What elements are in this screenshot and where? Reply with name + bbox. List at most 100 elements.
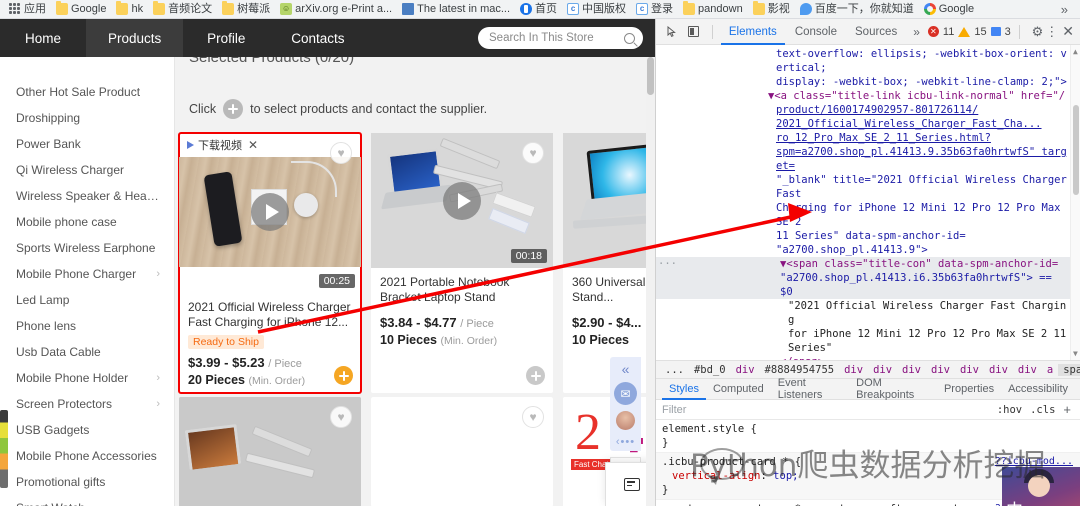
breadcrumb-item[interactable]: div: [984, 364, 1013, 376]
breadcrumb-item[interactable]: div: [1013, 364, 1042, 376]
bookmark-google-folder[interactable]: Google: [51, 1, 111, 18]
nav-tab-home[interactable]: Home: [0, 19, 86, 57]
bookmark-apps[interactable]: 应用: [4, 1, 51, 18]
tab-styles[interactable]: Styles: [662, 379, 706, 400]
new-style-rule-button[interactable]: +: [1059, 402, 1075, 417]
breadcrumb-item[interactable]: div: [955, 364, 984, 376]
breadcrumb-item[interactable]: #bd_0: [689, 364, 731, 376]
kebab-menu-icon[interactable]: ⋮: [1045, 24, 1058, 40]
search-input[interactable]: Search In This Store: [478, 27, 643, 49]
tab-elements[interactable]: Elements: [721, 19, 785, 45]
dom-line[interactable]: ▼<a class="title-link icbu-link-normal" …: [656, 89, 1080, 103]
product-media[interactable]: ♥ 00:18: [371, 133, 553, 268]
favorite-icon[interactable]: ♥: [522, 142, 544, 164]
collapse-rail-icon[interactable]: «: [622, 362, 630, 376]
sidebar-item-droshipping[interactable]: Droshipping: [0, 105, 174, 131]
sidebar-item-power-bank[interactable]: Power Bank: [0, 131, 174, 157]
bookmark-raspberrypi[interactable]: 树莓派: [217, 1, 275, 18]
breadcrumb-item[interactable]: div: [868, 364, 897, 376]
sidebar-item-wireless-speaker[interactable]: Wireless Speaker & Head...: [0, 183, 174, 209]
dom-text[interactable]: 2021_Official_Wireless_Charger_Fast_Cha.…: [776, 118, 1042, 130]
breadcrumb-item-selected[interactable]: span.title-con: [1058, 363, 1080, 376]
sidebar-item-mobile-phone-charger[interactable]: Mobile Phone Charger ›: [0, 261, 174, 287]
bookmark-audio-papers[interactable]: 音频论文: [148, 1, 217, 18]
dom-line[interactable]: display: -webkit-box; -webkit-line-clamp…: [656, 75, 1080, 89]
dom-line[interactable]: spm=a2700.shop_pl.41413.9.35b63fa0hrtwfS…: [656, 145, 1080, 173]
tab-console[interactable]: Console: [787, 19, 845, 45]
product-title[interactable]: 2021 Official Wireless Charger Fast Char…: [188, 300, 352, 330]
favorite-icon[interactable]: ♥: [330, 142, 352, 164]
breadcrumb-item[interactable]: div: [839, 364, 868, 376]
sidebar-item-phone-lens[interactable]: Phone lens: [0, 313, 174, 339]
sidebar-item-other-hot-sale-product[interactable]: Other Hot Sale Product: [0, 79, 174, 105]
hov-toggle[interactable]: :hov: [993, 404, 1026, 416]
bookmark-hk[interactable]: hk: [111, 1, 148, 18]
tab-properties[interactable]: Properties: [937, 379, 1001, 400]
sidebar-item-mobile-phone-case[interactable]: Mobile phone case: [0, 209, 174, 235]
bookmark-pandown[interactable]: pandown: [678, 1, 748, 18]
close-icon[interactable]: ✕: [1062, 23, 1074, 40]
dom-line[interactable]: "a2700.shop_pl.41413.9">: [656, 243, 1080, 257]
cls-toggle[interactable]: .cls: [1026, 404, 1059, 416]
dom-text[interactable]: ro_12_Pro_Max_SE_2_11_Series.html?: [776, 132, 991, 144]
sidebar-item-qi-wireless-charger[interactable]: Qi Wireless Charger: [0, 157, 174, 183]
product-media[interactable]: ♥: [179, 397, 361, 506]
bookmark-login[interactable]: c 登录: [631, 1, 678, 18]
bookmark-google[interactable]: Google: [919, 1, 979, 18]
product-thumbnail[interactable]: [563, 133, 655, 268]
sidebar-item-usb-data-cable[interactable]: Usb Data Cable: [0, 339, 174, 365]
dom-line[interactable]: product/1600174902957-801726114/: [656, 103, 1080, 117]
mail-icon[interactable]: ✉: [614, 382, 637, 405]
issue-counters[interactable]: ✕ 11 15 3: [927, 26, 1011, 38]
breadcrumb-item[interactable]: a: [1042, 364, 1058, 376]
breadcrumb-item[interactable]: div: [731, 364, 760, 376]
product-thumbnail[interactable]: [179, 157, 361, 267]
favorite-icon[interactable]: ♥: [330, 406, 352, 428]
nav-tab-profile[interactable]: Profile: [183, 19, 269, 57]
scrollbar-thumb[interactable]: [647, 57, 654, 95]
sidebar-item-smart-watch[interactable]: Smart Watch: [0, 495, 174, 506]
gear-icon[interactable]: ⚙: [1032, 24, 1044, 40]
product-card[interactable]: ♥ 00:18 2021 Portable Notebook Bracket L…: [371, 133, 553, 393]
tab-dom-breakpoints[interactable]: DOM Breakpoints: [849, 377, 937, 401]
add-product-button[interactable]: [334, 366, 353, 385]
breadcrumb-item[interactable]: div: [897, 364, 926, 376]
tab-sources[interactable]: Sources: [847, 19, 905, 45]
dom-line[interactable]: ro_12_Pro_Max_SE_2_11_Series.html?: [656, 131, 1080, 145]
nav-tab-products[interactable]: Products: [86, 19, 184, 57]
dom-line[interactable]: "2021 Official Wireless Charger Fast Cha…: [656, 299, 1080, 327]
more-tabs-icon[interactable]: »: [907, 25, 926, 39]
search-icon[interactable]: [624, 32, 635, 44]
bookmark-homepage[interactable]: 首页: [515, 1, 562, 18]
product-media[interactable]: [563, 133, 655, 268]
nav-tab-contacts[interactable]: Contacts: [269, 19, 366, 57]
sidebar-item-mobile-phone-holder[interactable]: Mobile Phone Holder ›: [0, 365, 174, 391]
page-scrollbar[interactable]: [646, 57, 655, 506]
sidebar-item-led-lamp[interactable]: Led Lamp: [0, 287, 174, 313]
filter-input[interactable]: Filter: [662, 404, 993, 416]
bookmark-arxiv[interactable]: ☺ arXiv.org e-Print a...: [275, 1, 397, 18]
sidebar-item-usb-gadgets[interactable]: USB Gadgets: [0, 417, 174, 443]
breadcrumb-item[interactable]: ...: [660, 364, 689, 376]
product-title[interactable]: 2021 Portable Notebook Bracket Laptop St…: [380, 275, 544, 305]
product-title[interactable]: 360 Universal Phone Tablet Stand...: [572, 275, 655, 305]
dom-line-selected[interactable]: "a2700.shop_pl.41413.i6.35b63fa0hrtwfS">…: [656, 271, 1080, 299]
dom-line[interactable]: 2021_Official_Wireless_Charger_Fast_Cha.…: [656, 117, 1080, 131]
sidebar-item-screen-protectors[interactable]: Screen Protectors ›: [0, 391, 174, 417]
product-card[interactable]: ♥: [179, 397, 361, 506]
dom-line-selected[interactable]: ▼<span class="title-con" data-spm-anchor…: [656, 257, 1080, 271]
tab-computed[interactable]: Computed: [706, 379, 771, 400]
sidebar-item-mobile-phone-accessories[interactable]: Mobile Phone Accessories: [0, 443, 174, 469]
breadcrumb-item[interactable]: div: [926, 364, 955, 376]
breadcrumb-item[interactable]: #8884954755: [760, 364, 840, 376]
dom-scrollbar[interactable]: ▲ ▼: [1070, 45, 1080, 360]
dom-tree[interactable]: text-overflow: ellipsis; -webkit-box-ori…: [656, 45, 1080, 360]
dom-text[interactable]: spm=a2700.shop_pl.41413.9.35b63fa0hrtwfS…: [776, 146, 1067, 172]
dom-line[interactable]: for iPhone 12 Mini 12 Pro 12 Pro Max SE …: [656, 327, 1080, 341]
scroll-down-icon[interactable]: ▼: [1073, 349, 1078, 358]
bookmark-copyright[interactable]: c 中国版权: [562, 1, 631, 18]
tab-event-listeners[interactable]: Event Listeners: [771, 377, 849, 401]
favorite-icon[interactable]: ♥: [522, 406, 544, 428]
dom-line[interactable]: 11 Series" data-spm-anchor-id=: [656, 229, 1080, 243]
bookmarks-overflow-button[interactable]: »: [1053, 2, 1076, 17]
